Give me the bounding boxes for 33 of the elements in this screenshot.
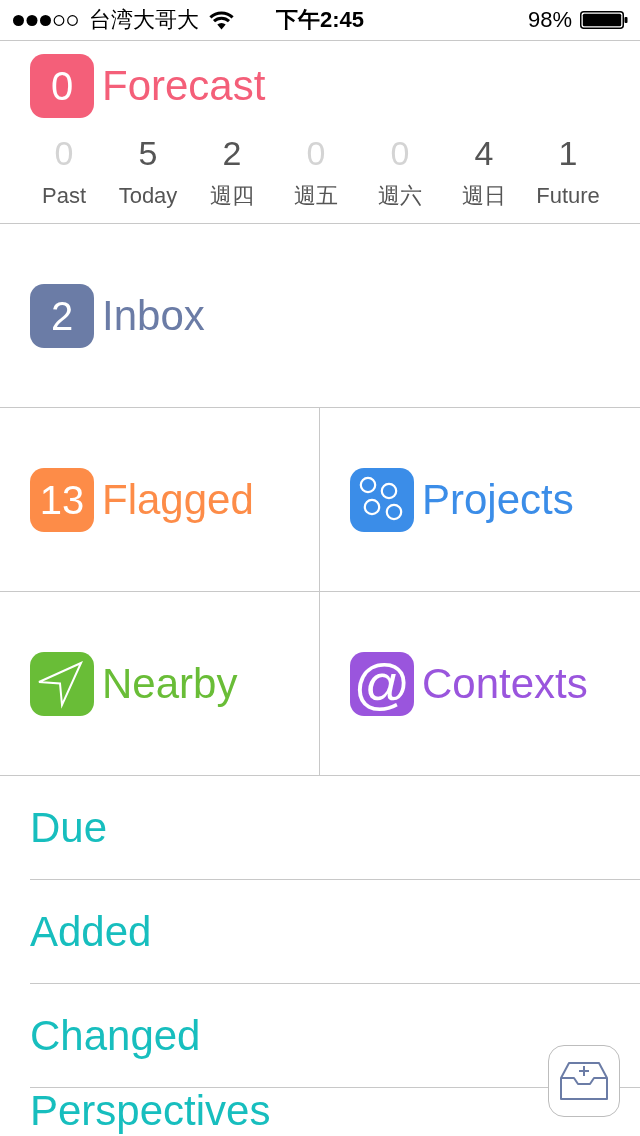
nav-item[interactable]: 13 Flagged (30, 467, 254, 532)
nav-item[interactable]: 2 Inbox (30, 283, 205, 348)
day-label: Future (536, 182, 600, 210)
carrier-name: 台湾大哥大 (89, 7, 199, 33)
day-count: 1 (558, 133, 578, 173)
count-badge: 2 (30, 283, 94, 348)
wifi-icon (209, 10, 234, 30)
count-badge: 13 (30, 467, 94, 532)
nav-item[interactable]: Projects (350, 467, 574, 532)
nav-item[interactable]: 0 Forecast (30, 54, 266, 118)
day-label: Past (42, 182, 86, 210)
nav-item[interactable]: @ Contexts (350, 651, 588, 716)
day-count: 5 (138, 133, 158, 173)
signal-strength-icon (13, 14, 79, 26)
day-label: Today (118, 182, 178, 210)
list-item[interactable]: Due (30, 803, 108, 852)
nav-item[interactable]: Nearby (30, 651, 238, 716)
battery-icon (580, 11, 628, 29)
day-count: 4 (474, 133, 494, 173)
day-label: 週四 (210, 182, 254, 210)
list-item[interactable]: Added (30, 907, 152, 956)
day-count: 2 (222, 133, 242, 173)
battery-percent: 98% (527, 7, 572, 33)
inbox-tray-plus-icon (560, 1062, 608, 1100)
day-label: 週六 (378, 182, 422, 210)
count-badge: 0 (30, 54, 94, 118)
status-time: 下午2:45 (275, 7, 364, 33)
at-sign-icon: @ (350, 651, 414, 716)
day-label: 週五 (294, 182, 338, 210)
list-item[interactable]: Perspectives (30, 1089, 271, 1133)
day-label: 週日 (462, 182, 506, 210)
add-to-inbox-button[interactable] (548, 1045, 620, 1117)
list-item[interactable]: Changed (30, 1011, 201, 1060)
